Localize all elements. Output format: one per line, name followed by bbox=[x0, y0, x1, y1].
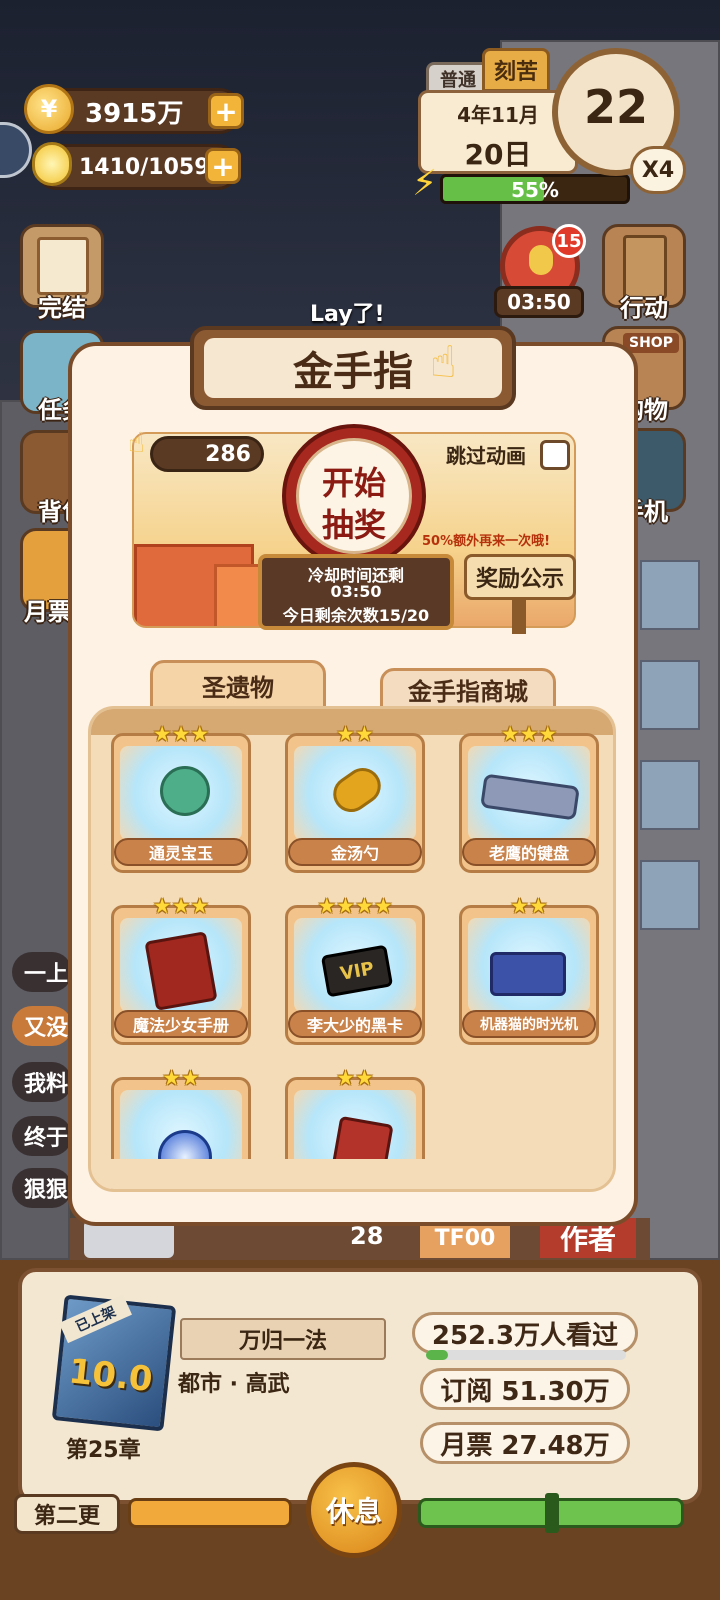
tab-golden-finger-shop[interactable]: 金手指商城 bbox=[380, 668, 556, 710]
relic-card[interactable]: ★ ★ ★ ★ VIP 李大少的黑卡 bbox=[285, 894, 425, 1045]
day-progress-bar: 55% bbox=[440, 174, 630, 204]
novel-score: 10.0 bbox=[66, 1351, 155, 1400]
action-label: 行动 bbox=[620, 294, 668, 322]
reward-announcement-button[interactable]: 奖励公示 bbox=[464, 554, 576, 600]
speed-button[interactable]: X4 bbox=[630, 146, 686, 194]
floating-message: Lay了! bbox=[310, 302, 385, 327]
golden-finger-count: 286 bbox=[150, 436, 264, 472]
views-bar bbox=[426, 1350, 626, 1360]
day-progress-text: 55% bbox=[511, 178, 559, 202]
star-rating: ★ ★ bbox=[336, 722, 374, 746]
behind-number: 28 bbox=[350, 1222, 384, 1250]
start-draw-line1: 开始 bbox=[321, 464, 386, 502]
chat-line: 一上 bbox=[12, 952, 72, 992]
lightbulb-icon bbox=[32, 142, 72, 186]
gold-spoon-icon bbox=[326, 760, 388, 820]
coin-icon: ¥ bbox=[24, 84, 74, 134]
novel-views: 252.3万人看过 bbox=[412, 1312, 638, 1354]
timer-badge: 15 bbox=[552, 224, 586, 258]
cooldown-panel: 冷却时间还剩 03:50 今日剩余次数15/20 bbox=[258, 554, 454, 630]
relic-grid: ★ ★ ★ 通灵宝玉 ★ ★ 金汤勺 ★ ★ ★ 老鹰的键盘 ★ ★ ★ 魔法少女手册 ★ ★ ★… bbox=[88, 706, 616, 1192]
relic-name: 老鹰的键盘 bbox=[462, 838, 596, 866]
golden-finger-token-icon: ☝ bbox=[128, 426, 146, 459]
remaining-draws: 今日剩余次数15/20 bbox=[282, 606, 430, 625]
keyboard-icon bbox=[480, 773, 580, 821]
chat-line: 我料 bbox=[12, 1062, 72, 1102]
novel-genre: 都市 · 高武 bbox=[178, 1372, 290, 1397]
add-money-button[interactable]: + bbox=[208, 93, 244, 129]
writing-progress-bar bbox=[418, 1493, 684, 1533]
clock-hour: 22 bbox=[583, 80, 648, 134]
lightning-icon: ⚡ bbox=[412, 163, 438, 204]
start-draw-line2: 抽奖 bbox=[321, 506, 386, 544]
magic-book-icon bbox=[144, 931, 218, 1011]
novel-title: 万归一法 bbox=[180, 1318, 386, 1360]
star-rating: ★ ★ ★ bbox=[152, 722, 210, 746]
monthly-ticket-label: 月票 bbox=[24, 598, 72, 626]
energy-value: 1410/10599 bbox=[79, 154, 225, 180]
building-window bbox=[640, 560, 700, 630]
building-window bbox=[640, 660, 700, 730]
bell-icon bbox=[529, 245, 553, 275]
novel-subscriptions: 订阅 51.30万 bbox=[420, 1368, 630, 1410]
modal-title: 金手指 bbox=[293, 349, 413, 395]
bonus-text: 50%额外再来一次哦! bbox=[422, 534, 551, 549]
novel-chapter: 第25章 bbox=[66, 1438, 141, 1463]
relic-card[interactable]: ★ ★ 机器猫的时光机 bbox=[459, 894, 599, 1045]
cooldown-time: 03:50 bbox=[330, 582, 382, 601]
update-button[interactable]: 第二更 bbox=[14, 1494, 120, 1534]
views-bar-fill bbox=[426, 1350, 448, 1360]
chat-line: 狠狠 bbox=[12, 1168, 72, 1208]
star-rating: ★ ★ ★ bbox=[500, 722, 558, 746]
shop-sign: SHOP bbox=[623, 333, 679, 353]
progress-marker bbox=[545, 1493, 559, 1533]
star-rating: ★ ★ bbox=[162, 1066, 200, 1090]
star-rating: ★ ★ bbox=[336, 1066, 374, 1090]
star-rating: ★ ★ ★ ★ bbox=[317, 894, 393, 918]
time-machine-icon bbox=[490, 952, 566, 996]
relic-name: 机器猫的时光机 bbox=[462, 1010, 596, 1038]
timer-text: 03:50 bbox=[494, 286, 584, 318]
novel-status-badge: 已上架 bbox=[59, 1294, 132, 1344]
tab-hard[interactable]: 刻苦 bbox=[482, 48, 550, 92]
star-rating: ★ ★ ★ bbox=[152, 894, 210, 918]
rest-button[interactable]: 休息 bbox=[306, 1462, 402, 1558]
relic-name: 金汤勺 bbox=[288, 838, 422, 866]
grid-footer bbox=[91, 1159, 613, 1189]
chat-line: 终于 bbox=[12, 1116, 72, 1156]
money-value: 3915万 bbox=[85, 98, 184, 129]
novel-monthly-tickets: 月票 27.48万 bbox=[420, 1422, 630, 1464]
chat-line: 又没 bbox=[12, 1006, 72, 1046]
building-window bbox=[640, 860, 700, 930]
skip-animation-checkbox[interactable] bbox=[540, 440, 570, 470]
vip-card-icon: VIP bbox=[320, 944, 394, 998]
building-window bbox=[640, 760, 700, 830]
pointing-hand-icon: ☝ bbox=[430, 337, 457, 388]
relic-card[interactable]: ★ ★ ★ 通灵宝玉 bbox=[111, 722, 251, 873]
finish-label: 完结 bbox=[38, 294, 86, 322]
jade-pendant-icon bbox=[160, 766, 210, 816]
relic-name: 魔法少女手册 bbox=[114, 1010, 248, 1038]
update-progress-bar bbox=[128, 1498, 292, 1528]
add-energy-button[interactable]: + bbox=[205, 148, 241, 184]
star-rating: ★ ★ bbox=[510, 894, 548, 918]
tab-relics[interactable]: 圣遗物 bbox=[150, 660, 326, 710]
relic-card[interactable]: ★ ★ ★ 老鹰的键盘 bbox=[459, 722, 599, 873]
relic-name: 通灵宝玉 bbox=[114, 838, 248, 866]
book-icon bbox=[37, 237, 89, 295]
relic-name: 李大少的黑卡 bbox=[288, 1010, 422, 1038]
relic-card[interactable]: ★ ★ 金汤勺 bbox=[285, 722, 425, 873]
signpost-pole bbox=[512, 600, 526, 634]
relic-card[interactable]: ★ ★ ★ 魔法少女手册 bbox=[111, 894, 251, 1045]
novel-cover[interactable]: 已上架 10.0 bbox=[51, 1294, 177, 1432]
start-draw-button[interactable]: 开始 抽奖 bbox=[282, 424, 426, 568]
